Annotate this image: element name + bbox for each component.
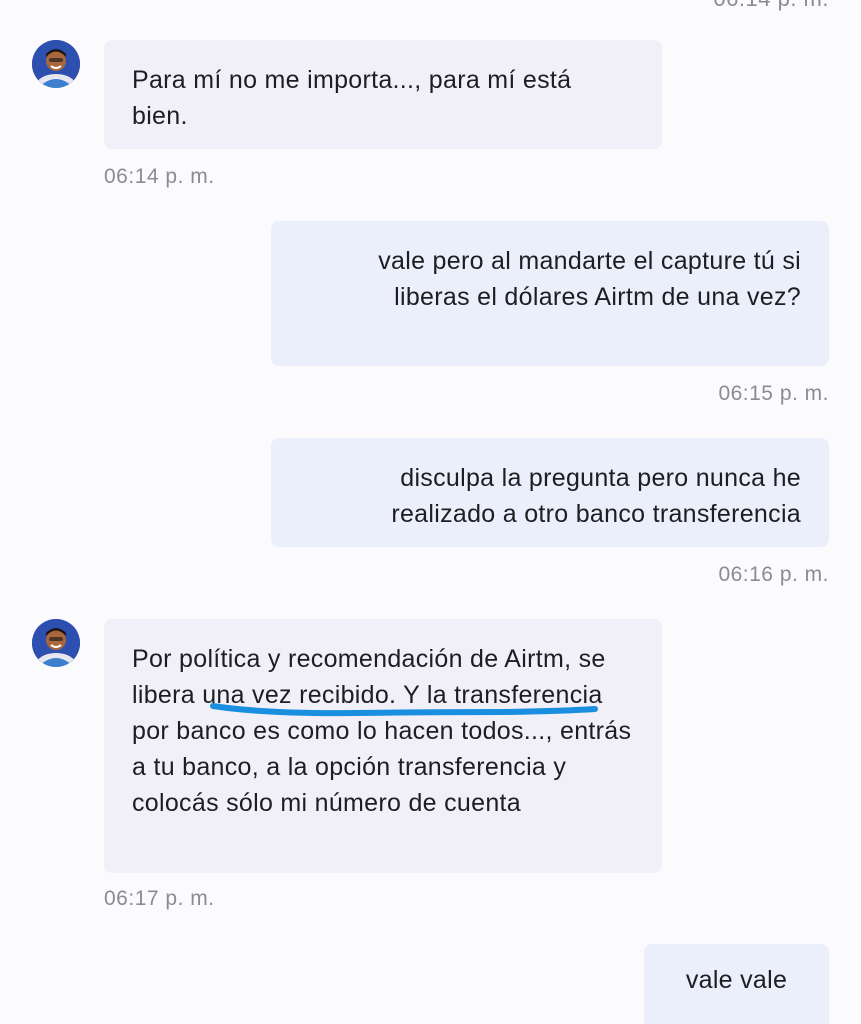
user-avatar-icon (32, 619, 80, 667)
sender-avatar[interactable] (32, 619, 80, 667)
message-text: vale vale (685, 966, 788, 994)
message-bubble-outgoing[interactable]: disculpa la pregunta pero nunca he reali… (271, 438, 829, 547)
message-text: disculpa la pregunta pero nunca he reali… (391, 464, 801, 528)
message-bubble-incoming[interactable]: Por política y recomendación de Airtm, s… (104, 619, 662, 873)
message-timestamp: 06:16 p. m. (718, 563, 829, 586)
sender-avatar[interactable] (32, 40, 80, 88)
user-avatar-icon (32, 40, 80, 88)
message-bubble-incoming[interactable]: Para mí no me importa..., para mí está b… (104, 40, 662, 149)
chat-screen: 06:14 p. m. Para mí no me importa..., pa… (0, 0, 861, 1024)
timestamp-partial: 06:14 p. m. (713, 0, 829, 12)
message-text: vale pero al mandarte el capture tú si l… (378, 247, 801, 311)
message-text: Por política y recomendación de Airtm, s… (132, 645, 632, 817)
message-timestamp: 06:17 p. m. (104, 887, 215, 910)
message-timestamp: 06:14 p. m. (104, 165, 215, 188)
message-text: Para mí no me importa..., para mí está b… (132, 66, 572, 130)
message-timestamp: 06:15 p. m. (718, 382, 829, 405)
message-bubble-outgoing[interactable]: vale pero al mandarte el capture tú si l… (271, 221, 829, 366)
message-bubble-outgoing[interactable]: vale vale (644, 944, 829, 1024)
